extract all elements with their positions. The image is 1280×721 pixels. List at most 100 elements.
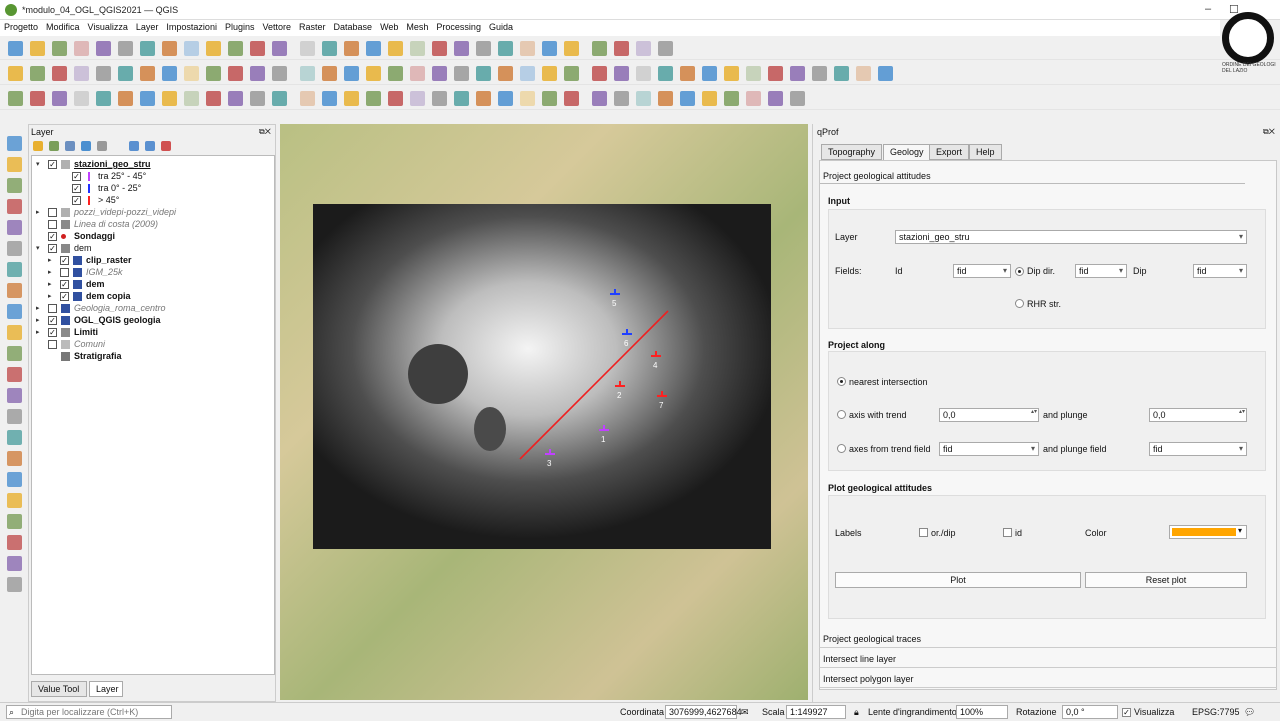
add-layer-button-icon[interactable] (7, 535, 22, 550)
add-layer-button-icon[interactable] (7, 283, 22, 298)
section-geological-traces[interactable]: Project geological traces (819, 630, 1277, 648)
toolbar-3-button-icon[interactable] (366, 91, 381, 106)
toolbar-2-button-icon[interactable] (410, 66, 425, 81)
crs-button[interactable]: EPSG:7795 (1192, 707, 1240, 717)
add-group-icon[interactable] (49, 141, 59, 151)
toolbar-2-button-icon[interactable] (52, 66, 67, 81)
plunge-spinbox[interactable]: 0,0 (1149, 408, 1247, 422)
toolbar-2-button-icon[interactable] (96, 66, 111, 81)
toolbar-2-button-icon[interactable] (564, 66, 579, 81)
toolbar-1-button-icon[interactable] (96, 41, 111, 56)
toolbar-3-button-icon[interactable] (520, 91, 535, 106)
add-layer-button-icon[interactable] (7, 514, 22, 529)
toolbar-3-button-icon[interactable] (8, 91, 23, 106)
menu-6[interactable]: Vettore (258, 20, 295, 34)
toolbar-2-button-icon[interactable] (856, 66, 871, 81)
menu-10[interactable]: Mesh (402, 20, 432, 34)
dip-select[interactable]: fid (1193, 264, 1247, 278)
tab-export[interactable]: Export (929, 144, 970, 160)
rhr-strike-radio[interactable] (1015, 299, 1024, 308)
add-layer-button-icon[interactable] (7, 409, 22, 424)
toolbar-3-button-icon[interactable] (724, 91, 739, 106)
toolbar-1-button-icon[interactable] (658, 41, 673, 56)
toolbar-1-button-icon[interactable] (206, 41, 221, 56)
toolbar-3-button-icon[interactable] (388, 91, 403, 106)
toolbar-3-button-icon[interactable] (300, 91, 315, 106)
filter-legend-icon[interactable] (97, 141, 107, 151)
toolbar-2-button-icon[interactable] (250, 66, 265, 81)
toolbar-2-button-icon[interactable] (498, 66, 513, 81)
section-intersect-line[interactable]: Intersect line layer (819, 650, 1277, 668)
toolbar-1-button-icon[interactable] (250, 41, 265, 56)
layer-visibility-checkbox[interactable]: ✓ (48, 244, 57, 253)
menu-1[interactable]: Modifica (42, 20, 84, 34)
add-layer-button-icon[interactable] (7, 304, 22, 319)
expand-arrow-icon[interactable]: ▸ (36, 208, 44, 216)
add-layer-button-icon[interactable] (7, 136, 22, 151)
map-canvas[interactable]: 5 6 4 2 7 1 3 (280, 124, 808, 700)
toolbar-2-button-icon[interactable] (592, 66, 607, 81)
toolbar-3-button-icon[interactable] (658, 91, 673, 106)
layer-visibility-checkbox[interactable]: ✓ (72, 184, 81, 193)
add-layer-button-icon[interactable] (7, 493, 22, 508)
menu-2[interactable]: Visualizza (84, 20, 132, 34)
toolbar-1-button-icon[interactable] (118, 41, 133, 56)
toolbar-1-button-icon[interactable] (636, 41, 651, 56)
toolbar-1-button-icon[interactable] (410, 41, 425, 56)
toolbar-2-button-icon[interactable] (878, 66, 893, 81)
toolbar-2-button-icon[interactable] (454, 66, 469, 81)
nearest-intersection-radio[interactable] (837, 377, 846, 386)
axes-field-radio[interactable] (837, 444, 846, 453)
toolbar-2-button-icon[interactable] (344, 66, 359, 81)
expand-arrow-icon[interactable]: ▸ (48, 256, 56, 264)
toolbar-3-button-icon[interactable] (96, 91, 111, 106)
toolbar-3-button-icon[interactable] (322, 91, 337, 106)
toolbar-1-button-icon[interactable] (498, 41, 513, 56)
toolbar-1-button-icon[interactable] (184, 41, 199, 56)
layer-visibility-checkbox[interactable]: ✓ (48, 160, 57, 169)
lock-icon[interactable]: 🔒︎ (854, 707, 859, 718)
toolbar-3-button-icon[interactable] (790, 91, 805, 106)
toolbar-2-button-icon[interactable] (8, 66, 23, 81)
toolbar-2-button-icon[interactable] (834, 66, 849, 81)
toolbar-3-button-icon[interactable] (52, 91, 67, 106)
trend-field-select[interactable]: fid (939, 442, 1039, 456)
toolbar-3-button-icon[interactable] (162, 91, 177, 106)
expand-arrow-icon[interactable]: ▸ (48, 292, 56, 300)
layer-visibility-checkbox[interactable]: ✓ (60, 280, 69, 289)
toolbar-2-button-icon[interactable] (790, 66, 805, 81)
toolbar-3-button-icon[interactable] (140, 91, 155, 106)
toolbar-1-button-icon[interactable] (228, 41, 243, 56)
style-manager-icon[interactable] (33, 141, 43, 151)
section-intersect-polygon[interactable]: Intersect polygon layer (819, 670, 1277, 688)
toolbar-2-button-icon[interactable] (636, 66, 651, 81)
toolbar-3-button-icon[interactable] (636, 91, 651, 106)
toolbar-3-button-icon[interactable] (614, 91, 629, 106)
toolbar-2-button-icon[interactable] (520, 66, 535, 81)
menu-12[interactable]: Guida (485, 20, 517, 34)
id-checkbox[interactable] (1003, 528, 1012, 537)
expand-arrow-icon[interactable]: ▸ (48, 268, 56, 276)
toolbar-3-button-icon[interactable] (564, 91, 579, 106)
expand-arrow-icon[interactable]: ▸ (36, 316, 44, 324)
panel-close-icon[interactable]: ⧉✕ (1263, 127, 1275, 137)
add-layer-button-icon[interactable] (7, 367, 22, 382)
toolbar-1-button-icon[interactable] (542, 41, 557, 56)
toolbar-3-button-icon[interactable] (592, 91, 607, 106)
toolbar-1-button-icon[interactable] (140, 41, 155, 56)
add-layer-button-icon[interactable] (7, 346, 22, 361)
menu-5[interactable]: Plugins (221, 20, 259, 34)
toolbar-1-button-icon[interactable] (8, 41, 23, 56)
layer-visibility-checkbox[interactable] (48, 220, 57, 229)
scale-field[interactable]: 1:149927 (786, 705, 846, 719)
toolbar-3-button-icon[interactable] (344, 91, 359, 106)
layer-visibility-checkbox[interactable] (60, 268, 69, 277)
toolbar-2-button-icon[interactable] (542, 66, 557, 81)
toolbar-1-button-icon[interactable] (30, 41, 45, 56)
layer-visibility-checkbox[interactable] (48, 340, 57, 349)
layer-visibility-checkbox[interactable]: ✓ (60, 292, 69, 301)
plunge-field-select[interactable]: fid (1149, 442, 1247, 456)
toolbar-2-button-icon[interactable] (812, 66, 827, 81)
toolbar-2-button-icon[interactable] (366, 66, 381, 81)
toolbar-3-button-icon[interactable] (272, 91, 287, 106)
